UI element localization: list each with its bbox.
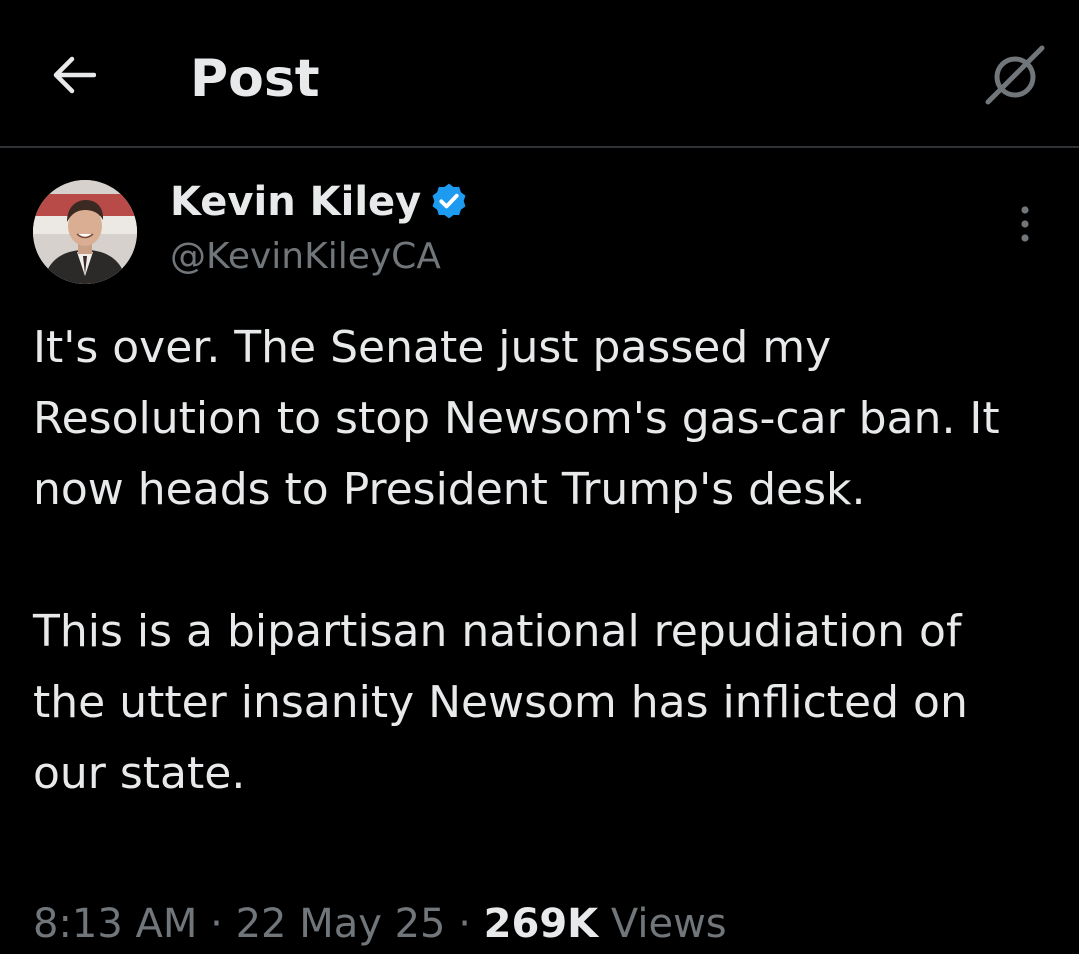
back-button[interactable] bbox=[44, 46, 102, 104]
grok-button[interactable] bbox=[982, 42, 1048, 108]
views-count[interactable]: 269K bbox=[484, 901, 599, 947]
post-time[interactable]: 8:13 AM bbox=[33, 901, 197, 947]
avatar[interactable] bbox=[33, 180, 137, 284]
post-text: It's over. The Senate just passed my Res… bbox=[33, 312, 1043, 809]
meta-separator: · bbox=[197, 901, 236, 947]
more-vertical-icon bbox=[1021, 206, 1029, 242]
arrow-left-icon bbox=[53, 56, 96, 94]
post-paragraph: This is a bipartisan national repudiatio… bbox=[33, 606, 968, 799]
profile-photo bbox=[33, 180, 137, 284]
more-options-button[interactable] bbox=[1006, 198, 1044, 250]
meta-separator: · bbox=[445, 901, 484, 947]
views-label: Views bbox=[610, 901, 727, 947]
post-paragraph: It's over. The Senate just passed my Res… bbox=[33, 322, 1000, 515]
top-bar: Post bbox=[0, 0, 1079, 148]
author-handle[interactable]: @KevinKileyCA bbox=[170, 233, 441, 281]
grok-icon bbox=[985, 45, 1045, 105]
post-metadata: 8:13 AM · 22 May 25 · 269K Views bbox=[33, 896, 727, 952]
verified-badge-icon bbox=[432, 183, 466, 219]
author-name[interactable]: Kevin Kiley bbox=[170, 176, 421, 228]
post-date[interactable]: 22 May 25 bbox=[236, 901, 446, 947]
page-title: Post bbox=[190, 49, 320, 109]
